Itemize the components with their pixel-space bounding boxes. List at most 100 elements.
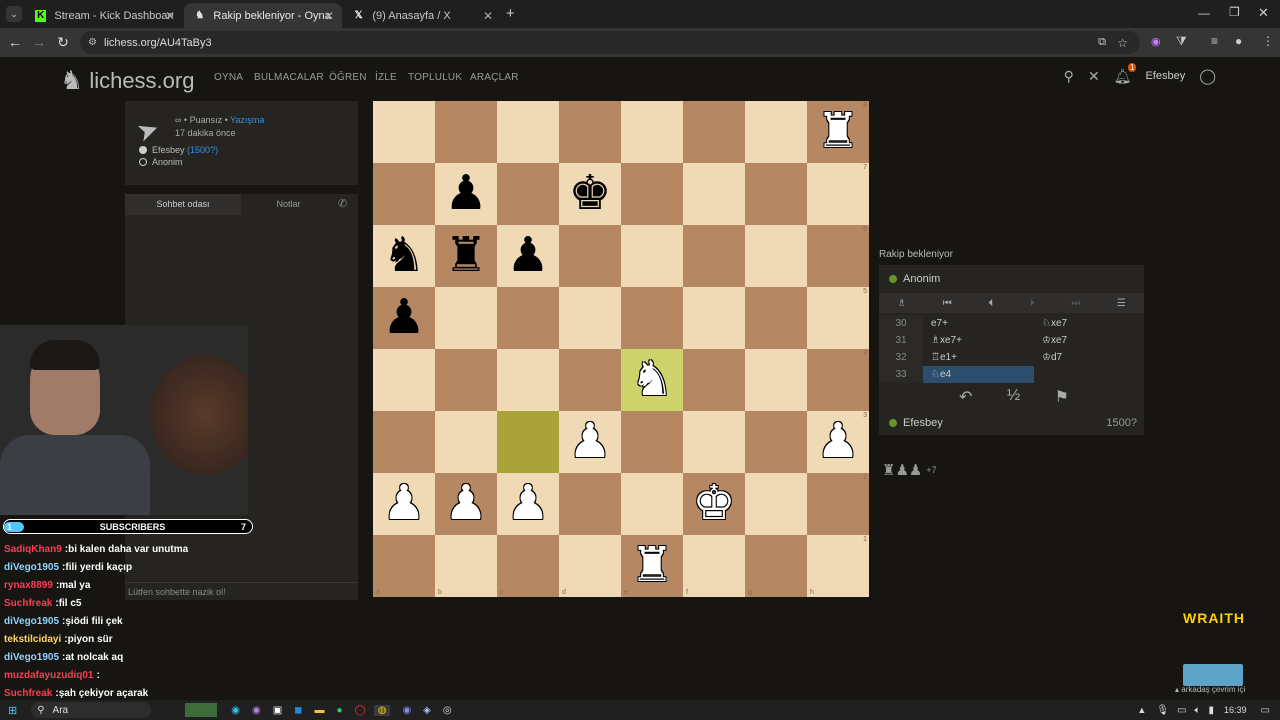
browser-menu-icon[interactable]: ⋮ [1262,34,1274,48]
black-pawn[interactable]: ♟ [444,170,487,218]
square-c6[interactable]: ♟ [497,225,559,287]
square-a7[interactable] [373,163,435,225]
white-pawn[interactable]: ♟ [382,480,425,528]
square-c3[interactable] [497,411,559,473]
chess-board[interactable]: ♜ 8 ♟ ♚ 7 ♞ ♜ ♟ 6 ♟ 5 ♞ 4 ♟ ♟ 3 ♟ ♟ ♟ ♚ 2 a b c d ♜ e f g 1 h [373,101,869,597]
square-a6[interactable]: ♞ [373,225,435,287]
extensions-puzzle-icon[interactable]: ⧩ [1176,34,1187,49]
square-b8[interactable] [435,101,497,163]
square-d7[interactable]: ♚ [559,163,621,225]
swords-icon[interactable]: ✕ [1088,68,1100,85]
nav-watch[interactable]: İZLE [375,72,397,83]
square-e7[interactable] [621,163,683,225]
back-icon[interactable]: ← [6,34,24,50]
square-d5[interactable] [559,287,621,349]
site-info-icon[interactable]: ⚙ [88,37,97,48]
close-tab-icon[interactable]: ✕ [324,9,334,23]
spotify-icon[interactable]: ● [336,705,342,716]
square-f3[interactable] [683,411,745,473]
white-move[interactable]: ♘e4 [923,366,1034,383]
white-king[interactable]: ♚ [692,480,735,528]
close-window-icon[interactable]: ✕ [1258,5,1269,21]
copilot-icon[interactable]: ◉ [252,705,261,716]
white-pawn[interactable]: ♟ [816,418,859,466]
bell-icon[interactable]: 🔔︎ 1 [1114,62,1137,85]
widgets-icon[interactable] [185,703,218,717]
profile-icon[interactable]: ● [1235,34,1242,48]
correspondence-link[interactable]: Yazışma [230,115,264,125]
square-e2[interactable] [621,473,683,535]
square-f2[interactable]: ♚ [683,473,745,535]
square-h1[interactable]: 1h [807,535,869,597]
black-king[interactable]: ♚ [568,170,611,218]
white-move[interactable]: e7+ [923,315,1034,332]
square-h2[interactable]: 2 [807,473,869,535]
square-f6[interactable] [683,225,745,287]
square-d4[interactable] [559,349,621,411]
square-b4[interactable] [435,349,497,411]
notifications-icon[interactable]: ▭ [1261,705,1270,716]
white-move[interactable]: ♖e1+ [923,349,1034,366]
new-tab-icon[interactable]: + [506,5,515,22]
extension-icon[interactable]: ◉ [1151,35,1161,48]
square-e1[interactable]: ♜ e [621,535,683,597]
square-h5[interactable]: 5 [807,287,869,349]
square-e6[interactable] [621,225,683,287]
close-tab-icon[interactable]: ✕ [165,9,175,23]
install-app-icon[interactable]: ⧉ [1098,36,1106,49]
search-icon[interactable]: ⚲ [1064,68,1074,85]
square-d6[interactable] [559,225,621,287]
chrome-icon[interactable]: ◍ [373,704,391,716]
white-pawn[interactable]: ♟ [444,480,487,528]
square-g8[interactable] [745,101,807,163]
square-h8[interactable]: ♜ 8 [807,101,869,163]
square-e8[interactable] [621,101,683,163]
square-g4[interactable] [745,349,807,411]
windows-start-icon[interactable]: ⊞ [8,704,17,717]
square-c7[interactable] [497,163,559,225]
menu-icon[interactable]: ☰ [1117,298,1126,309]
square-g1[interactable]: g [745,535,807,597]
taskbar-search[interactable]: ⚲ Ara [31,702,152,718]
square-f5[interactable] [683,287,745,349]
reload-icon[interactable]: ↻ [54,34,72,51]
prev-move-icon[interactable]: ⏴ [988,298,993,309]
draw-offer-icon[interactable]: ½ [1007,387,1020,407]
tab-kick[interactable]: K Stream - Kick Dashboard ✕ [25,3,183,28]
square-c8[interactable] [497,101,559,163]
white-player-name[interactable]: Efesbey [152,145,185,155]
obs-icon[interactable]: ◎ [443,705,452,716]
white-pawn[interactable]: ♟ [506,480,549,528]
first-move-icon[interactable]: ⏮ [943,298,952,309]
black-rook[interactable]: ♜ [444,232,487,280]
takeback-icon[interactable]: ↶ [959,387,972,407]
square-c4[interactable] [497,349,559,411]
square-e5[interactable] [621,287,683,349]
close-tab-icon[interactable]: ✕ [483,9,493,23]
square-b3[interactable] [435,411,497,473]
square-d8[interactable] [559,101,621,163]
restore-icon[interactable]: ❐ [1229,5,1240,19]
square-b5[interactable] [435,287,497,349]
white-rook[interactable]: ♜ [816,108,859,156]
nav-play[interactable]: OYNA [214,72,243,83]
username[interactable]: Efesbey [1145,70,1185,82]
store-icon[interactable]: ▣ [273,705,282,716]
black-move[interactable]: ♔d7 [1034,352,1134,363]
square-a3[interactable] [373,411,435,473]
nav-community[interactable]: TOPLULUK [408,72,462,83]
square-b6[interactable]: ♜ [435,225,497,287]
square-g3[interactable] [745,411,807,473]
square-g7[interactable] [745,163,807,225]
tab-search-icon[interactable]: ⌄ [6,6,22,22]
explorer-icon[interactable]: ▬ [314,705,324,716]
square-h4[interactable]: 4 [807,349,869,411]
square-f1[interactable]: f [683,535,745,597]
square-b7[interactable]: ♟ [435,163,497,225]
address-bar[interactable]: ⚙ lichess.org/AU4TaBy3 ⧉ ☆ [80,31,1140,54]
square-d2[interactable] [559,473,621,535]
square-d1[interactable]: d [559,535,621,597]
tab-chat-room[interactable]: Sohbet odası [125,194,241,215]
tab-x[interactable]: 𝕏 (9) Anasayfa / X ✕ [343,3,501,28]
discord-icon[interactable]: ◉ [402,705,411,716]
